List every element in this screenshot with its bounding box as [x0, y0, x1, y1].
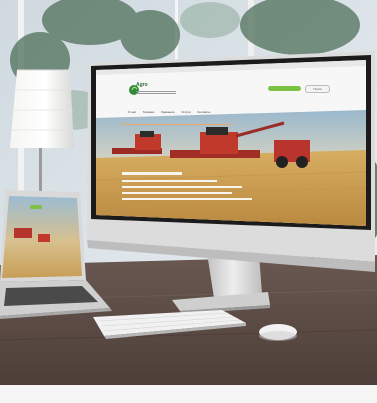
- nav-item[interactable]: Контакты: [197, 110, 210, 114]
- nav-item[interactable]: Услуги: [181, 110, 190, 114]
- header-text-lines: [136, 89, 176, 96]
- cta-button[interactable]: [268, 86, 301, 91]
- photo-scene: Agro Поиск О нас Техника Хранение Услуги…: [0, 0, 377, 403]
- nav-item[interactable]: О нас: [128, 110, 136, 114]
- nav-item[interactable]: Техника: [143, 110, 154, 114]
- search-input[interactable]: Поиск: [305, 85, 330, 93]
- site-logo: Agro: [136, 82, 148, 88]
- hero-accent-line: [122, 124, 232, 125]
- website-header: Agro Поиск О нас Техника Хранение Услуги…: [98, 69, 362, 114]
- nav-bar: О нас Техника Хранение Услуги Контакты: [128, 110, 216, 114]
- mouse: [259, 324, 297, 341]
- nav-item[interactable]: Хранение: [161, 110, 175, 114]
